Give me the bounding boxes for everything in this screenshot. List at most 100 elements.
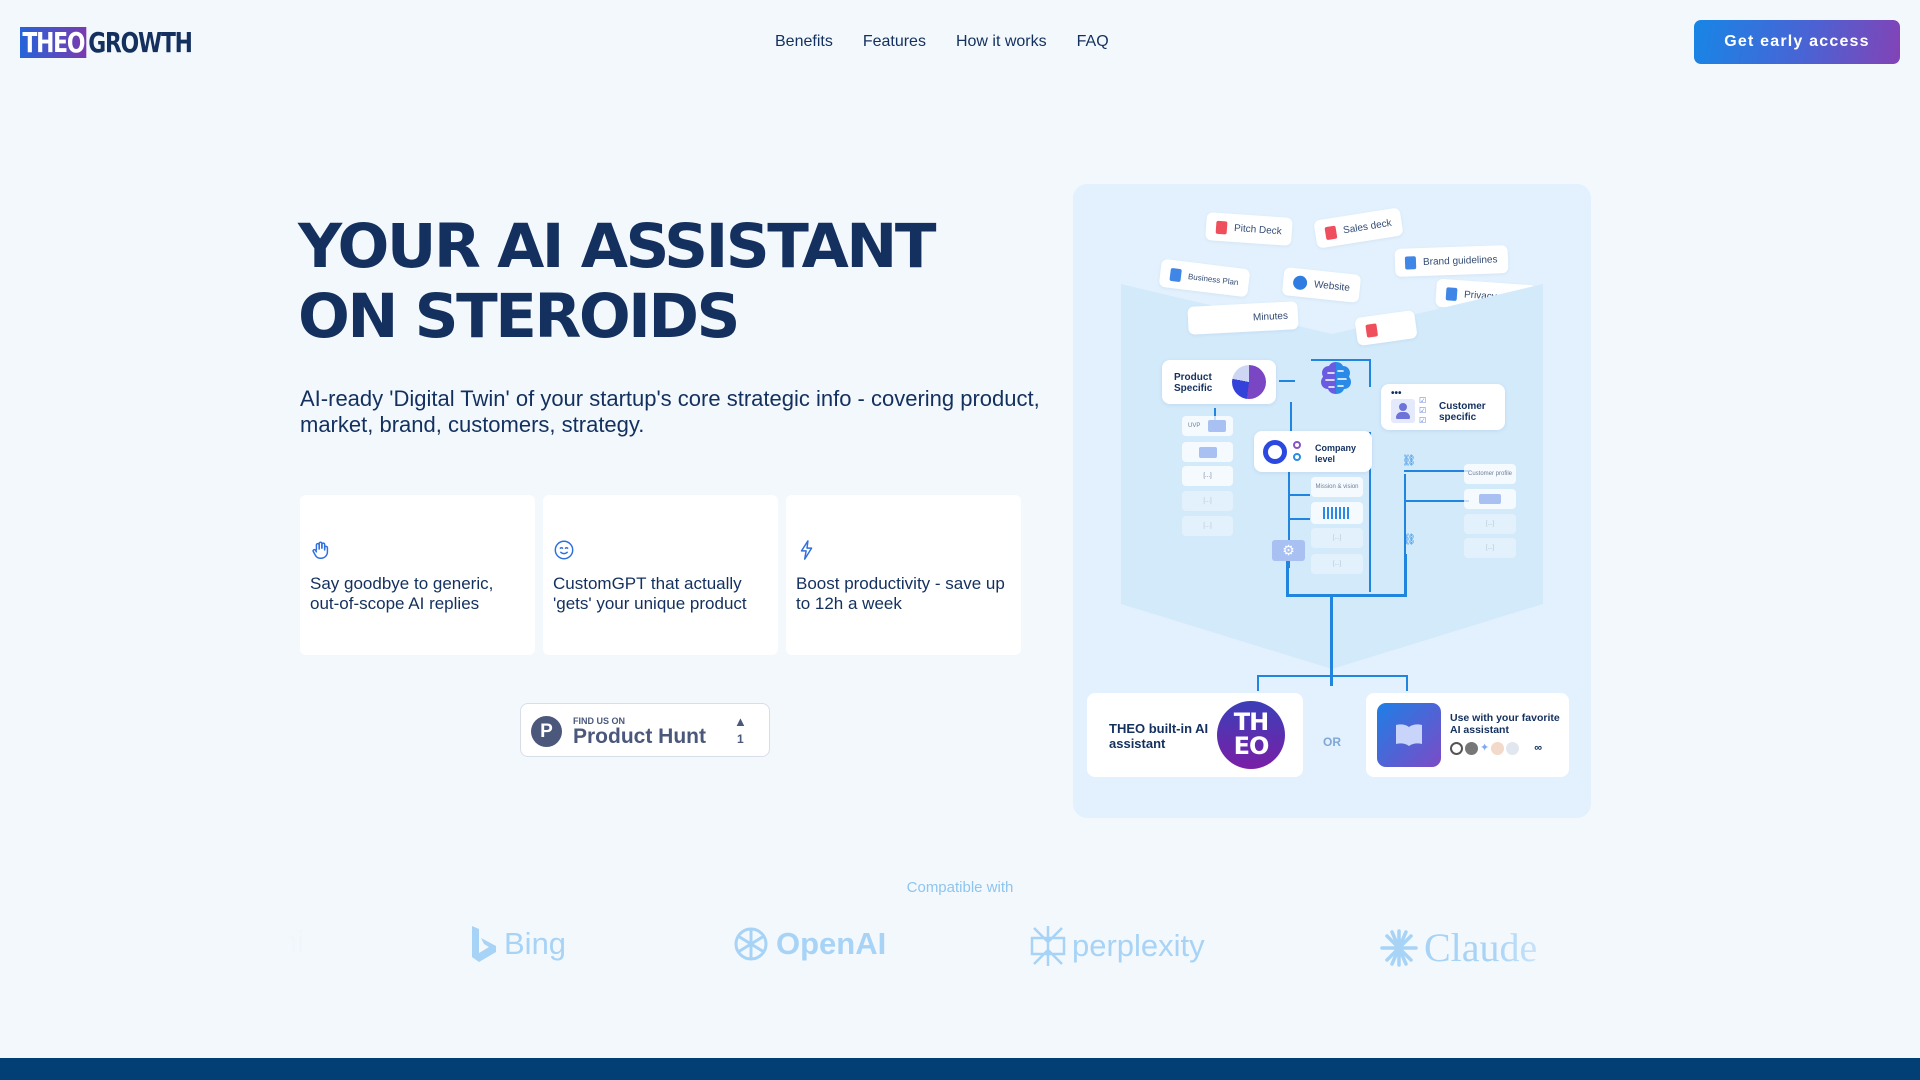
- theogrowth-logo[interactable]: THEO GROWTH: [20, 26, 193, 59]
- user-avatar-icon: [1391, 399, 1415, 423]
- pdf-file-icon: [1324, 225, 1338, 240]
- upvote-triangle-icon: ▲: [734, 714, 747, 729]
- doc-file-icon: [1445, 286, 1458, 301]
- more-dots-icon: •••: [1391, 388, 1402, 399]
- nav-how-it-works[interactable]: How it works: [956, 33, 1047, 51]
- node-label: Company level: [1315, 443, 1357, 464]
- connector-line: [1406, 675, 1408, 691]
- logo-theo: THEO: [20, 27, 87, 58]
- bar-chart-icon: [1479, 494, 1501, 504]
- sub-item-uvp: UVP: [1182, 416, 1233, 436]
- hero-title-line2: ON STEROIDS: [298, 281, 740, 352]
- get-early-access-button[interactable]: Get early access: [1694, 20, 1900, 64]
- doc-label: Business Plan: [1187, 271, 1239, 287]
- ring-icon: [1293, 441, 1301, 449]
- brand-name: perplexity: [1072, 928, 1205, 963]
- logo-growth: GROWTH: [88, 26, 193, 59]
- external-card-label: Use with your favorite AI assistant: [1450, 712, 1560, 736]
- checklist-icon: ☑ ☑ ☑: [1419, 396, 1427, 425]
- sub-item-stats: [1464, 489, 1516, 509]
- donut-chart-icon: [1263, 440, 1287, 464]
- benefit-card-custom-gpt: CustomGPT that actually 'gets' your uniq…: [543, 495, 778, 655]
- hero-subtitle: AI-ready 'Digital Twin' of your startup'…: [300, 386, 1040, 437]
- brand-name: Bing: [504, 926, 567, 961]
- globe-icon: [1292, 275, 1308, 291]
- pdf-file-icon: [1365, 322, 1378, 338]
- benefit-card-generic-replies: Say goodbye to generic, out-of-scope AI …: [300, 495, 535, 655]
- openai-logo-icon: [734, 927, 768, 961]
- doc-label: Minutes: [1252, 310, 1289, 323]
- sub-item-customer-profile: Customer profile: [1464, 464, 1516, 484]
- bar-chart-icon: [1198, 446, 1217, 458]
- node-company-level: Company level: [1254, 431, 1372, 472]
- theo-assistant-card[interactable]: THEO built-in AI assistant TH EO: [1087, 693, 1303, 777]
- brand-openai: OpenAI: [732, 924, 886, 964]
- connector-line: [1257, 675, 1408, 677]
- sub-item-chart: [1182, 442, 1233, 462]
- link-chain-icon: ⛓: [1402, 455, 1416, 467]
- sub-item-placeholder: [...]: [1182, 491, 1233, 511]
- benefit-cards: Say goodbye to generic, out-of-scope AI …: [300, 495, 1021, 655]
- connector-line: [1257, 675, 1259, 691]
- carousel-fade-right: [1490, 910, 1600, 1000]
- pdf-file-icon: [1215, 220, 1228, 234]
- product-hunt-name: Product Hunt: [573, 725, 706, 748]
- doc-card-minutes: Minutes: [1187, 301, 1299, 335]
- or-label: OR: [1323, 735, 1341, 749]
- node-customer-specific: ••• ☑ ☑ ☑ Customer specific: [1381, 384, 1505, 430]
- external-assistant-card[interactable]: Use with your favorite AI assistant ✦ ∞: [1366, 693, 1569, 777]
- brand-name: OpenAI: [776, 926, 887, 961]
- connector-line: [1288, 494, 1310, 496]
- gear-icon: [1208, 420, 1227, 432]
- doc-card-pitch-deck: Pitch Deck: [1205, 212, 1293, 246]
- node-product-specific: Product Specific: [1162, 360, 1276, 404]
- product-hunt-logo-icon: P: [531, 716, 562, 747]
- benefit-text: Say goodbye to generic, out-of-scope AI …: [310, 574, 494, 613]
- hero-title-line1: YOUR AI ASSISTANT: [298, 211, 936, 282]
- connector-line: [1369, 359, 1371, 387]
- perplexity-icon: [1465, 741, 1478, 755]
- sub-item-mission-vision: Mission & vision: [1311, 477, 1363, 497]
- connector-line: [1404, 500, 1469, 502]
- claude-sparkle-icon: [1380, 928, 1418, 967]
- product-hunt-badge[interactable]: P FIND US ON Product Hunt ▲ 1: [520, 703, 770, 757]
- copilot-icon: [1506, 741, 1520, 755]
- ring-icon: [1293, 453, 1301, 461]
- connector-line: [1404, 554, 1407, 596]
- doc-label: Sales deck: [1342, 217, 1393, 236]
- doc-file-icon: [1169, 267, 1182, 282]
- pie-chart-icon: [1232, 365, 1266, 399]
- site-header: THEO GROWTH Benefits Features How it wor…: [0, 0, 1920, 86]
- digital-twin-diagram: Pitch Deck Sales deck Business Plan Webs…: [1073, 184, 1591, 818]
- openai-icon: [1450, 741, 1463, 755]
- sub-item-placeholder: [...]: [1311, 554, 1363, 574]
- nav-faq[interactable]: FAQ: [1077, 33, 1109, 51]
- link-chain-icon: ⛓: [1402, 534, 1416, 546]
- smiley-face-icon: [554, 540, 574, 560]
- sub-item-bar-chart: [1311, 502, 1363, 524]
- bing-logo-icon: [472, 926, 496, 962]
- nav-benefits[interactable]: Benefits: [775, 33, 833, 51]
- connector-line: [1330, 596, 1333, 686]
- doc-label: Website: [1313, 278, 1351, 294]
- doc-card-brand-guidelines: Brand guidelines: [1394, 245, 1508, 277]
- compatible-with-label: Compatible with: [906, 879, 1014, 896]
- perplexity-logo-icon: [1030, 926, 1066, 966]
- sub-item-label: UVP: [1188, 423, 1201, 429]
- benefit-text: CustomGPT that actually 'gets' your uniq…: [553, 574, 747, 613]
- bar-chart-icon: [1323, 507, 1351, 519]
- main-nav: Benefits Features How it works FAQ: [775, 33, 1109, 51]
- benefit-text: Boost productivity - save up to 12h a we…: [796, 574, 1005, 613]
- waving-hand-icon: [312, 541, 329, 559]
- nav-features[interactable]: Features: [863, 33, 926, 51]
- theo-logo-badge: TH EO: [1217, 701, 1285, 769]
- theo-card-label: THEO built-in AI assistant: [1109, 721, 1209, 751]
- sub-item-placeholder: [...]: [1464, 514, 1516, 534]
- doc-file-icon: [1404, 255, 1417, 270]
- next-section-band: [0, 1058, 1920, 1080]
- brand-perplexity: perplexity: [1030, 924, 1205, 968]
- hero-title: YOUR AI ASSISTANT ON STEROIDS: [298, 211, 936, 352]
- connector-line: [1288, 518, 1310, 520]
- node-label: Product Specific: [1174, 372, 1213, 394]
- claude-icon: [1491, 741, 1505, 755]
